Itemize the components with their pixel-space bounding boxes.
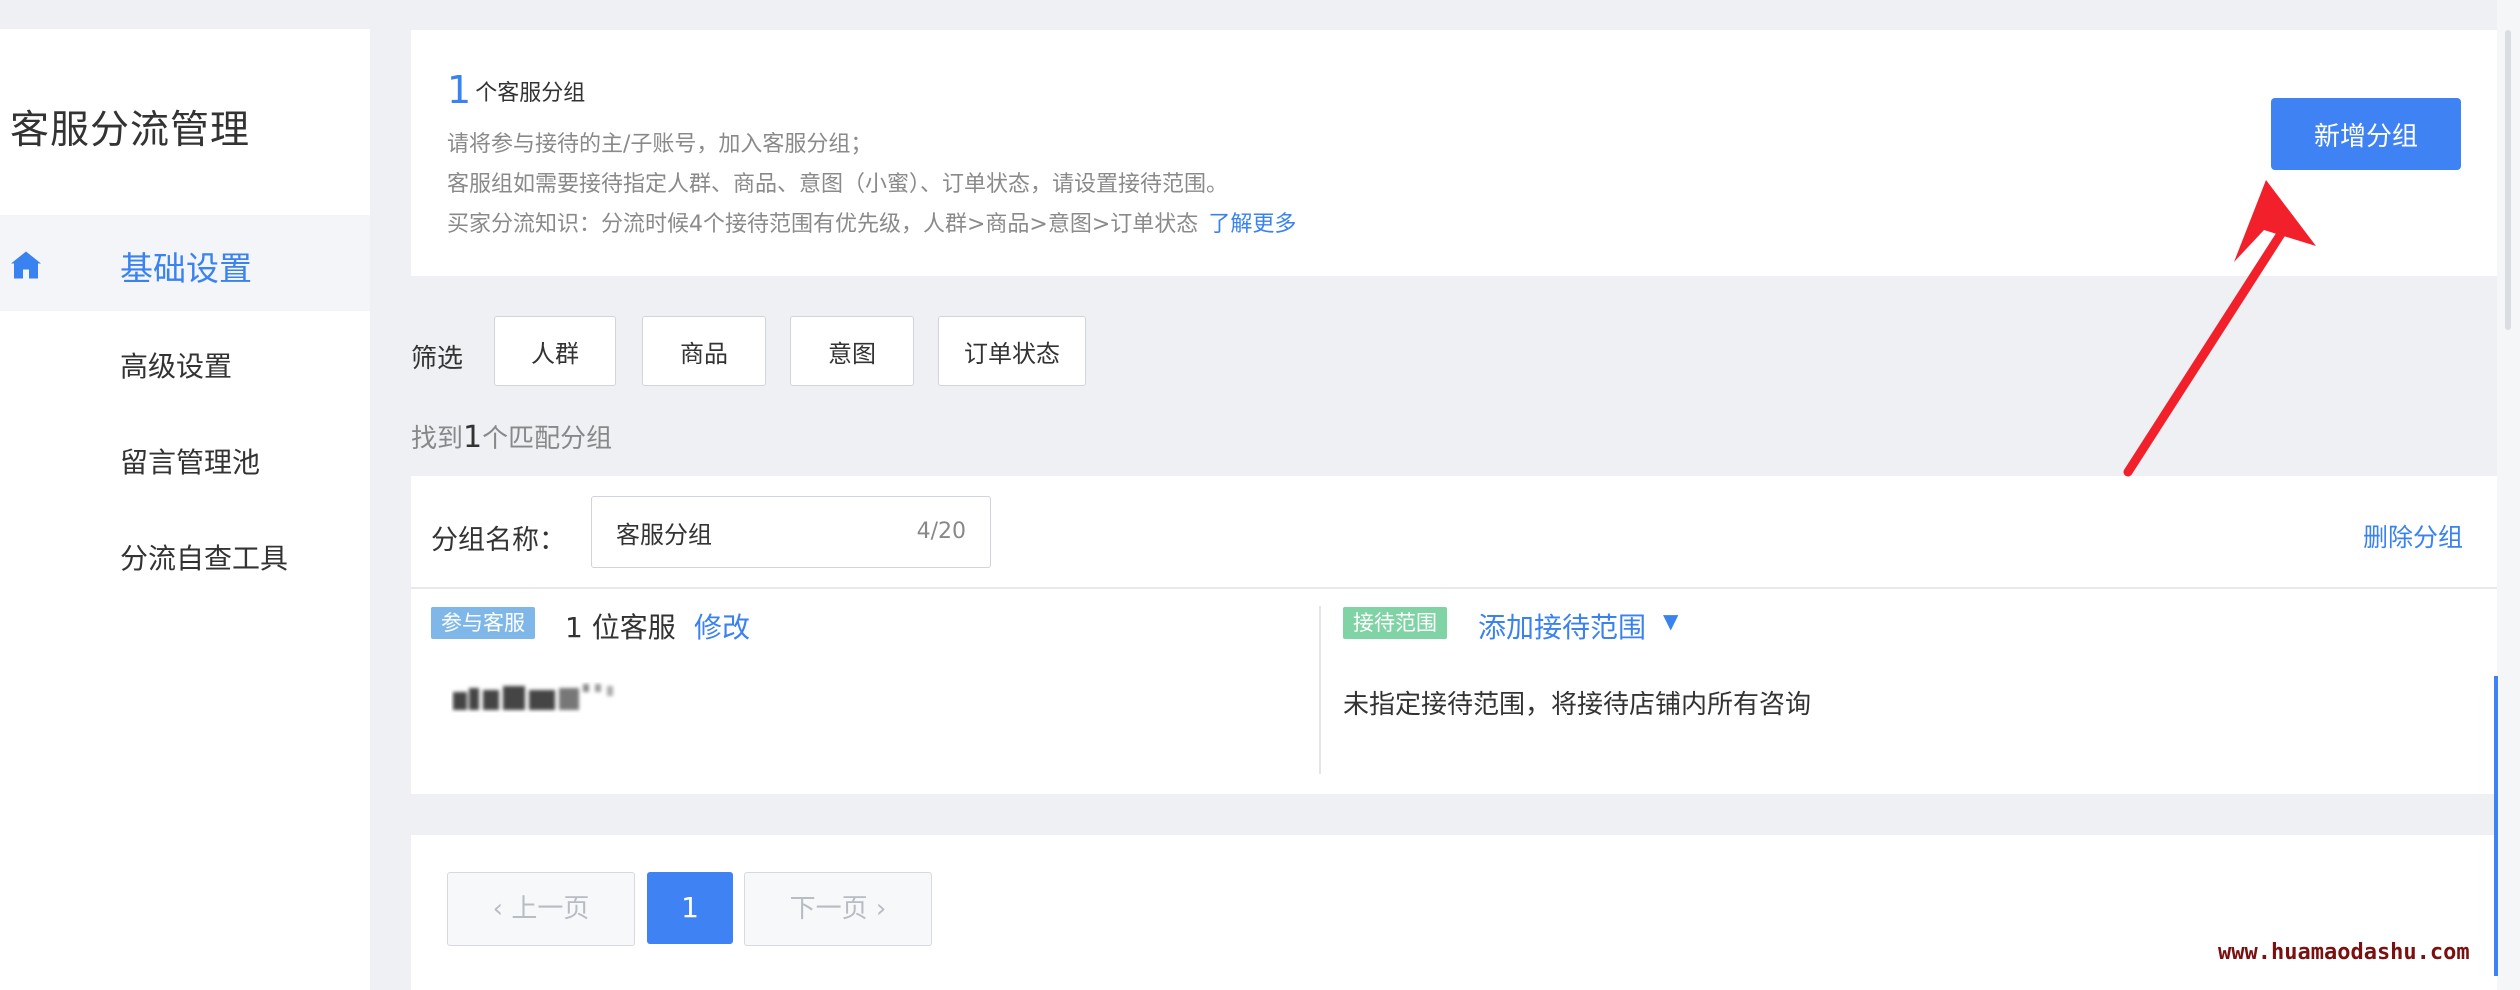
next-page-button[interactable]: 下一页 › bbox=[744, 872, 932, 946]
pagination: ‹ 上一页 1 下一页 › bbox=[411, 835, 2497, 990]
info-line-3-text: 买家分流知识：分流时候4个接待范围有优先级，人群>商品>意图>订单状态 bbox=[447, 212, 1199, 237]
blurred-staff-name bbox=[453, 684, 613, 710]
match-count-text: 找到1个匹配分组 bbox=[411, 418, 612, 455]
filter-intent-button[interactable]: 意图 bbox=[790, 316, 914, 386]
sidebar-item-message-pool[interactable]: 留言管理池 bbox=[120, 441, 260, 481]
info-line-3: 买家分流知识：分流时候4个接待范围有优先级，人群>商品>意图>订单状态 了解更多 bbox=[447, 206, 1296, 238]
staff-tag: 参与客服 bbox=[431, 607, 535, 639]
sidebar-item-self-check-tool[interactable]: 分流自查工具 bbox=[120, 537, 288, 577]
group-count-number: 1 bbox=[447, 68, 472, 112]
info-line-2: 客服组如需要接待指定人群、商品、意图（小蜜）、订单状态，请设置接待范围。 bbox=[447, 172, 1229, 197]
watermark-text: www.huamaodashu.com bbox=[2218, 940, 2470, 965]
sidebar: 客服分流管理 基础设置 高级设置 留言管理池 分流自查工具 bbox=[0, 29, 370, 990]
group-name-field[interactable]: 4/20 bbox=[591, 496, 991, 568]
group-info-card: 1 个客服分组 请将参与接待的主/子账号，加入客服分组； 客服组如需要接待指定人群… bbox=[411, 30, 2497, 276]
group-name-char-count: 4/20 bbox=[916, 519, 966, 544]
group-name-label: 分组名称： bbox=[431, 525, 566, 556]
filter-product-button[interactable]: 商品 bbox=[642, 316, 766, 386]
chevron-down-icon[interactable]: ▼ bbox=[1663, 609, 1678, 633]
info-line-1: 请将参与接待的主/子账号，加入客服分组； bbox=[447, 132, 873, 157]
add-group-button[interactable]: 新增分组 bbox=[2271, 98, 2461, 170]
scrollbar-thumb[interactable] bbox=[2505, 30, 2511, 330]
home-icon bbox=[11, 251, 41, 279]
reception-range-tag: 接待范围 bbox=[1343, 607, 1447, 639]
sidebar-item-basic-settings[interactable]: 基础设置 bbox=[120, 242, 252, 290]
reception-range-description: 未指定接待范围，将接待店铺内所有咨询 bbox=[1343, 690, 1812, 720]
prev-page-button[interactable]: ‹ 上一页 bbox=[447, 872, 635, 946]
page-number-current[interactable]: 1 bbox=[647, 872, 733, 944]
side-panel-edge bbox=[2494, 676, 2498, 976]
filter-label: 筛选 bbox=[411, 344, 464, 374]
group-card: 分组名称： 4/20 删除分组 参与客服 1 位客服 修改 接待范围 添加接待范… bbox=[411, 476, 2497, 794]
group-count-label: 个客服分组 bbox=[475, 81, 586, 106]
match-suffix: 个匹配分组 bbox=[482, 424, 613, 454]
card-divider bbox=[411, 587, 2497, 589]
sidebar-item-advanced-settings[interactable]: 高级设置 bbox=[120, 345, 232, 385]
learn-more-link[interactable]: 了解更多 bbox=[1208, 212, 1296, 237]
filter-order-status-button[interactable]: 订单状态 bbox=[938, 316, 1086, 386]
edit-staff-link[interactable]: 修改 bbox=[694, 606, 750, 646]
add-reception-range-link[interactable]: 添加接待范围 bbox=[1478, 606, 1646, 646]
column-divider bbox=[1319, 606, 1321, 774]
sidebar-title: 客服分流管理 bbox=[10, 108, 251, 153]
match-count: 1 bbox=[463, 420, 483, 455]
delete-group-link[interactable]: 删除分组 bbox=[2363, 518, 2463, 554]
filter-audience-button[interactable]: 人群 bbox=[494, 316, 616, 386]
group-count: 1 个客服分组 bbox=[447, 68, 585, 112]
staff-count: 1 位客服 bbox=[565, 611, 676, 644]
match-prefix: 找到 bbox=[411, 424, 464, 454]
